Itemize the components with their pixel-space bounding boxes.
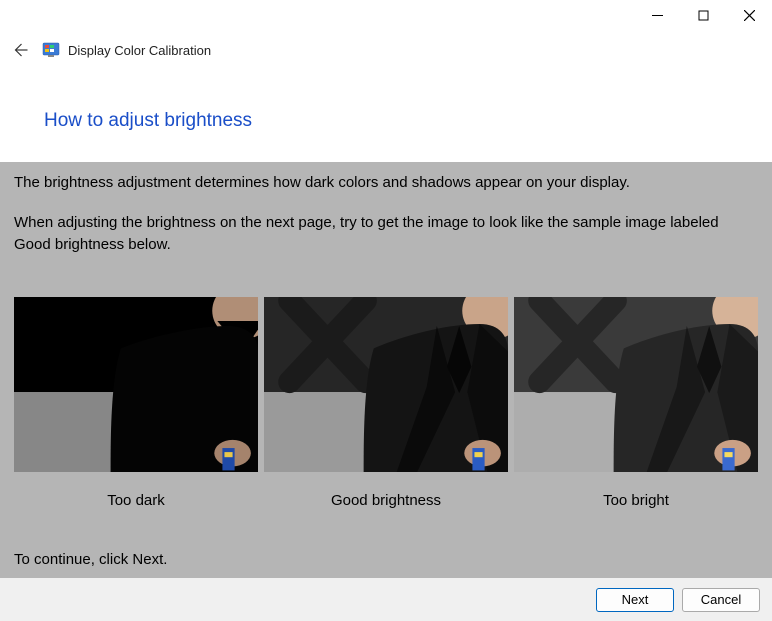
arrow-left-icon: [11, 41, 29, 59]
window-titlebar: [0, 0, 772, 30]
page-heading: How to adjust brightness: [44, 110, 772, 132]
back-button[interactable]: [6, 36, 34, 64]
next-button[interactable]: Next: [596, 588, 674, 612]
sample-images-row: Too dark Good br: [14, 297, 758, 509]
app-title: Display Color Calibration: [68, 43, 211, 58]
continue-text: To continue, click Next.: [14, 549, 758, 571]
sample-good: Good brightness: [264, 297, 508, 509]
sample-caption: Good brightness: [264, 492, 508, 509]
wizard-body: The brightness adjustment determines how…: [0, 162, 772, 587]
intro-text-2: When adjusting the brightness on the nex…: [14, 212, 758, 256]
intro-text-1: The brightness adjustment determines how…: [14, 172, 758, 194]
cancel-button[interactable]: Cancel: [682, 588, 760, 612]
sample-image-too-bright: [514, 297, 758, 472]
window-maximize-button[interactable]: [680, 0, 726, 30]
page-heading-area: How to adjust brightness: [0, 70, 772, 162]
sample-too-bright: Too bright: [514, 297, 758, 509]
wizard-footer: Next Cancel: [0, 578, 772, 621]
sample-caption: Too dark: [14, 492, 258, 509]
window-close-button[interactable]: [726, 0, 772, 30]
sample-too-dark: Too dark: [14, 297, 258, 509]
display-calibration-icon: [42, 41, 60, 59]
window-minimize-button[interactable]: [634, 0, 680, 30]
sample-image-too-dark: [14, 297, 258, 472]
sample-image-good: [264, 297, 508, 472]
sample-caption: Too bright: [514, 492, 758, 509]
wizard-header: Display Color Calibration: [0, 30, 772, 70]
